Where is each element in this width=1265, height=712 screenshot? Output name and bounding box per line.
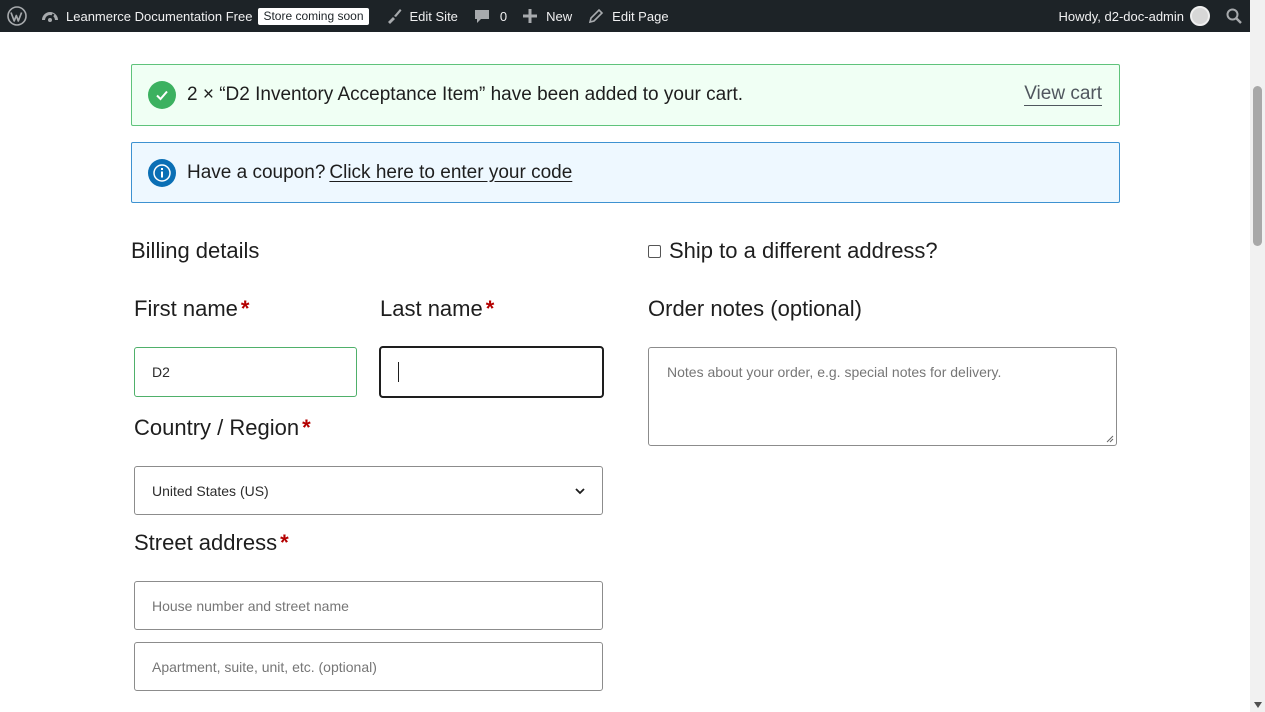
street-address-placeholder: House number and street name bbox=[152, 597, 349, 614]
search-button[interactable] bbox=[1218, 0, 1250, 32]
text-cursor bbox=[398, 362, 399, 382]
user-account-menu[interactable]: Howdy, d2-doc-admin bbox=[1051, 0, 1218, 32]
added-to-cart-notice: 2 × “D2 Inventory Acceptance Item” have … bbox=[131, 64, 1120, 126]
street-address-label: Street address * bbox=[134, 530, 289, 556]
last-name-input[interactable] bbox=[379, 346, 604, 398]
search-icon bbox=[1226, 8, 1242, 24]
required-marker: * bbox=[280, 530, 289, 555]
ship-different-address-label: Ship to a different address? bbox=[669, 238, 938, 263]
country-selected-value: United States (US) bbox=[152, 482, 269, 499]
first-name-value: D2 bbox=[152, 364, 170, 380]
edit-site-label: Edit Site bbox=[409, 8, 458, 24]
order-notes-placeholder: Notes about your order, e.g. special not… bbox=[667, 364, 1002, 380]
order-notes-textarea[interactable]: Notes about your order, e.g. special not… bbox=[648, 347, 1117, 446]
comments-link[interactable]: 0 bbox=[466, 0, 515, 32]
first-name-label: First name * bbox=[134, 296, 249, 322]
check-circle-icon bbox=[148, 81, 176, 109]
billing-details-heading: Billing details bbox=[131, 238, 260, 263]
scroll-down-arrow-icon[interactable] bbox=[1254, 702, 1262, 708]
street-address-label-text: Street address bbox=[134, 530, 278, 555]
ship-different-address-checkbox[interactable] bbox=[648, 244, 661, 258]
edit-page-label: Edit Page bbox=[612, 8, 669, 24]
last-name-label: Last name * bbox=[380, 296, 494, 322]
resize-grip-icon[interactable] bbox=[1106, 435, 1114, 443]
order-notes-label: Order notes (optional) bbox=[648, 296, 862, 321]
store-coming-soon-badge[interactable]: Store coming soon bbox=[258, 0, 376, 32]
required-marker: * bbox=[485, 296, 495, 321]
required-marker: * bbox=[240, 296, 250, 321]
comments-count: 0 bbox=[499, 8, 508, 24]
avatar bbox=[1190, 6, 1210, 26]
dashboard-icon bbox=[42, 12, 58, 22]
new-content-link[interactable]: New bbox=[515, 0, 580, 32]
apartment-placeholder: Apartment, suite, unit, etc. (optional) bbox=[152, 658, 377, 675]
site-name: Leanmerce Documentation Free bbox=[66, 8, 253, 24]
scrollbar-thumb[interactable] bbox=[1253, 86, 1262, 246]
site-name-link[interactable]: Leanmerce Documentation Free bbox=[33, 0, 260, 32]
howdy-label: Howdy, d2-doc-admin bbox=[1058, 8, 1184, 24]
first-name-label-text: First name bbox=[134, 296, 238, 321]
required-marker: * bbox=[302, 415, 311, 440]
info-icon bbox=[148, 158, 176, 187]
chevron-down-icon bbox=[575, 488, 585, 495]
brush-icon bbox=[387, 9, 401, 24]
wordpress-logo-icon[interactable] bbox=[0, 0, 33, 32]
coupon-notice: Have a coupon? Click here to enter your … bbox=[131, 142, 1120, 203]
store-badge-label: Store coming soon bbox=[258, 7, 369, 25]
comment-icon bbox=[474, 10, 489, 23]
plus-icon bbox=[523, 9, 538, 23]
country-label: Country / Region * bbox=[134, 415, 311, 441]
new-label: New bbox=[546, 8, 573, 24]
last-name-label-text: Last name bbox=[380, 296, 483, 321]
coupon-question: Have a coupon? bbox=[187, 161, 326, 183]
admin-bar: Leanmerce Documentation Free Store comin… bbox=[0, 0, 1250, 32]
country-label-text: Country / Region bbox=[134, 415, 300, 440]
edit-page-link[interactable]: Edit Page bbox=[580, 0, 676, 32]
view-cart-link[interactable]: View cart bbox=[1024, 83, 1102, 106]
ship-different-address-toggle[interactable]: Ship to a different address? bbox=[648, 238, 938, 264]
apartment-input[interactable]: Apartment, suite, unit, etc. (optional) bbox=[134, 642, 603, 691]
enter-coupon-link[interactable]: Click here to enter your code bbox=[329, 162, 572, 184]
edit-site-link[interactable]: Edit Site bbox=[377, 0, 466, 32]
page-scrollbar[interactable] bbox=[1250, 0, 1265, 712]
country-select[interactable]: United States (US) bbox=[134, 466, 603, 515]
street-address-input[interactable]: House number and street name bbox=[134, 581, 603, 630]
first-name-input[interactable]: D2 bbox=[134, 347, 357, 397]
pencil-icon bbox=[589, 8, 604, 24]
added-to-cart-message: 2 × “D2 Inventory Acceptance Item” have … bbox=[187, 84, 744, 105]
